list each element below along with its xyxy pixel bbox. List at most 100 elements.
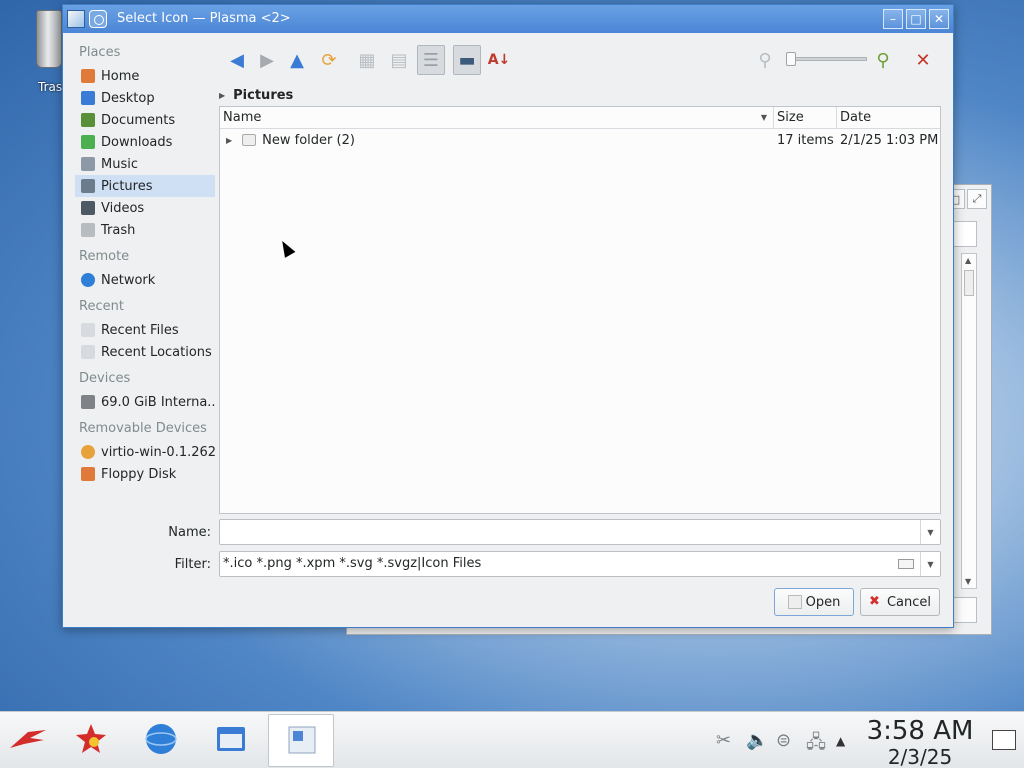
remote-section-title: Remote: [79, 249, 130, 264]
toolbar: ◀ ▶ ▲ ⟳ ▦ ▤ ☰ ▬ A↓ ⚲ ⚲ ✕: [219, 45, 943, 77]
scroll-thumb[interactable]: [964, 270, 974, 296]
places-section-title: Places: [79, 45, 121, 60]
row-size: 17 items: [777, 132, 834, 148]
sidebar-item-drive[interactable]: 69.0 GiB Interna...: [75, 391, 215, 413]
sidebar-item-music[interactable]: Music: [75, 153, 215, 175]
sidebar-item-pictures[interactable]: Pictures: [75, 175, 215, 197]
file-view[interactable]: Name ▼ Size Date ▶ New folder (2) 17 item…: [219, 106, 941, 514]
name-dropdown-icon[interactable]: ▼: [920, 520, 940, 544]
column-header-name[interactable]: Name ▼: [220, 107, 774, 128]
recent-section-title: Recent: [79, 299, 124, 314]
window-title: Select Icon — Plasma <2>: [117, 11, 291, 26]
sidebar-item-home[interactable]: Home: [75, 65, 215, 87]
devices-section-title: Devices: [79, 371, 131, 386]
sidebar-item-floppy[interactable]: Floppy Disk: [75, 463, 215, 485]
parent-folder-icon[interactable]: ▲: [283, 45, 311, 75]
zoom-in-icon[interactable]: ⚲: [869, 45, 897, 75]
network-status-icon[interactable]: 🖧: [806, 730, 826, 760]
clock-date: 2/3/25: [887, 745, 953, 768]
reload-icon[interactable]: ⟳: [315, 45, 343, 75]
sidebar-item-documents[interactable]: Documents: [75, 109, 215, 131]
name-label: Name:: [168, 525, 211, 540]
breadcrumb-current[interactable]: Pictures: [233, 88, 293, 103]
table-row[interactable]: ▶ New folder (2) 17 items 2/1/25 1:03 PM: [220, 129, 940, 151]
options-tools-icon[interactable]: ✕: [909, 45, 937, 75]
scroll-up-icon[interactable]: ▲: [965, 256, 971, 265]
expand-icon[interactable]: ▶: [226, 136, 232, 145]
clock[interactable]: 3:58 AM 2/3/25: [866, 716, 974, 768]
back-icon[interactable]: ◀: [223, 45, 251, 75]
network-icon: [81, 273, 95, 287]
filter-dropdown-icon[interactable]: ▼: [920, 552, 940, 576]
recent-files-icon: [81, 323, 95, 337]
pin-icon[interactable]: [89, 10, 107, 28]
close-icon[interactable]: ✕: [929, 9, 949, 29]
clock-time: 3:58 AM: [866, 716, 974, 746]
background-scrollbar[interactable]: ▲ ▼: [961, 253, 977, 589]
sidebar-item-recent-locations[interactable]: Recent Locations: [75, 341, 215, 363]
compact-view-icon[interactable]: ▤: [385, 45, 413, 75]
breadcrumb[interactable]: ▶ Pictures: [219, 85, 293, 105]
cdrom-icon: [81, 445, 95, 459]
home-icon: [81, 69, 95, 83]
sort-indicator-icon: ▼: [760, 113, 767, 122]
videos-icon: [81, 201, 95, 215]
row-date: 2/1/25 1:03 PM: [840, 132, 939, 148]
updates-icon[interactable]: ⊜: [776, 730, 791, 751]
music-icon: [81, 157, 95, 171]
sidebar-item-trash[interactable]: Trash: [75, 219, 215, 241]
open-button[interactable]: Open: [774, 588, 854, 616]
zoom-slider[interactable]: [786, 52, 867, 66]
trash-can-icon: [36, 10, 62, 68]
icons-view-icon[interactable]: ▦: [353, 45, 381, 75]
kde-star-icon[interactable]: [74, 722, 108, 756]
column-header-size[interactable]: Size: [774, 107, 837, 128]
folder-icon: [242, 134, 257, 146]
app-icon[interactable]: [67, 10, 85, 28]
file-manager-icon[interactable]: [214, 722, 248, 756]
name-field[interactable]: ▼: [219, 519, 941, 545]
details-view-icon[interactable]: ☰: [417, 45, 445, 75]
row-name: New folder (2): [262, 132, 355, 148]
cancel-button[interactable]: ✖ Cancel: [860, 588, 940, 616]
browser-globe-icon[interactable]: [144, 722, 178, 756]
zoom-slider-knob[interactable]: [786, 52, 796, 66]
scroll-down-icon[interactable]: ▼: [965, 577, 971, 586]
tray-expand-icon[interactable]: ▲: [836, 734, 845, 748]
sidebar-item-desktop[interactable]: Desktop: [75, 87, 215, 109]
recent-locations-icon: [81, 345, 95, 359]
maximize-icon[interactable]: □: [906, 9, 926, 29]
floppy-icon: [81, 467, 95, 481]
taskbar: ✂ 🔈 ⊜ 🖧 ▲ 3:58 AM 2/3/25: [0, 711, 1024, 768]
column-header-date[interactable]: Date: [837, 107, 940, 128]
minimize-icon[interactable]: –: [883, 9, 903, 29]
sidebar-item-recent-files[interactable]: Recent Files: [75, 319, 215, 341]
show-desktop-icon[interactable]: [992, 730, 1016, 750]
downloads-icon: [81, 135, 95, 149]
titlebar[interactable]: Select Icon — Plasma <2> – □ ✕: [63, 5, 953, 33]
sidebar-item-downloads[interactable]: Downloads: [75, 131, 215, 153]
sidebar-item-network[interactable]: Network: [75, 269, 215, 291]
sort-az-icon[interactable]: A↓: [485, 45, 513, 75]
preview-icon[interactable]: ▬: [453, 45, 481, 75]
volume-icon[interactable]: 🔈: [746, 730, 768, 751]
scissors-icon[interactable]: ✂: [716, 730, 731, 751]
select-icon-dialog: Select Icon — Plasma <2> – □ ✕ Places Ho…: [62, 4, 954, 628]
sidebar-item-virtio[interactable]: virtio-win-0.1.262: [75, 441, 215, 463]
desktop-trash-label: Tras: [38, 80, 63, 94]
open-icon: [787, 595, 802, 609]
trash-icon: [81, 223, 95, 237]
sidebar-item-videos[interactable]: Videos: [75, 197, 215, 219]
background-close-icon[interactable]: ⤢: [967, 189, 987, 209]
app-launcher-icon[interactable]: [8, 722, 46, 756]
filter-label: Filter:: [174, 557, 211, 572]
file-view-header: Name ▼ Size Date: [220, 107, 940, 129]
filter-field[interactable]: *.ico *.png *.xpm *.svg *.svgz|Icon File…: [219, 551, 941, 577]
cancel-icon: ✖: [868, 594, 880, 609]
zoom-out-icon[interactable]: ⚲: [751, 45, 779, 75]
pictures-icon: [81, 179, 95, 193]
clear-filter-icon[interactable]: [898, 559, 914, 569]
forward-icon[interactable]: ▶: [253, 45, 281, 75]
removable-section-title: Removable Devices: [79, 421, 207, 436]
taskbar-task-select-icon[interactable]: [268, 714, 334, 767]
